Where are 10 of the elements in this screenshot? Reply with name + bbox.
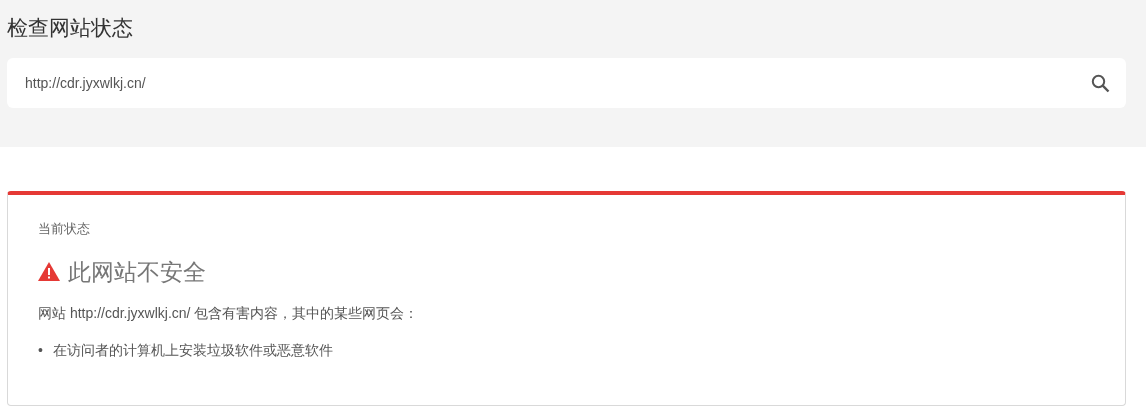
search-field[interactable]: http://cdr.jyxwlkj.cn/ xyxy=(23,71,1091,95)
warning-icon xyxy=(38,262,60,282)
search-bar[interactable]: http://cdr.jyxwlkj.cn/ xyxy=(7,58,1126,108)
status-description: 网站 http://cdr.jyxwlkj.cn/ 包含有害内容，其中的某些网页会： xyxy=(38,304,420,323)
status-heading: 此网站不安全 xyxy=(68,257,206,287)
search-icon[interactable] xyxy=(1091,73,1110,93)
bullet: • xyxy=(38,341,43,360)
risk-item: 在访问者的计算机上安装垃圾软件或恶意软件 xyxy=(52,341,333,360)
status-label: 当前状态 xyxy=(38,220,91,238)
page-title: 检查网站状态 xyxy=(7,15,134,41)
